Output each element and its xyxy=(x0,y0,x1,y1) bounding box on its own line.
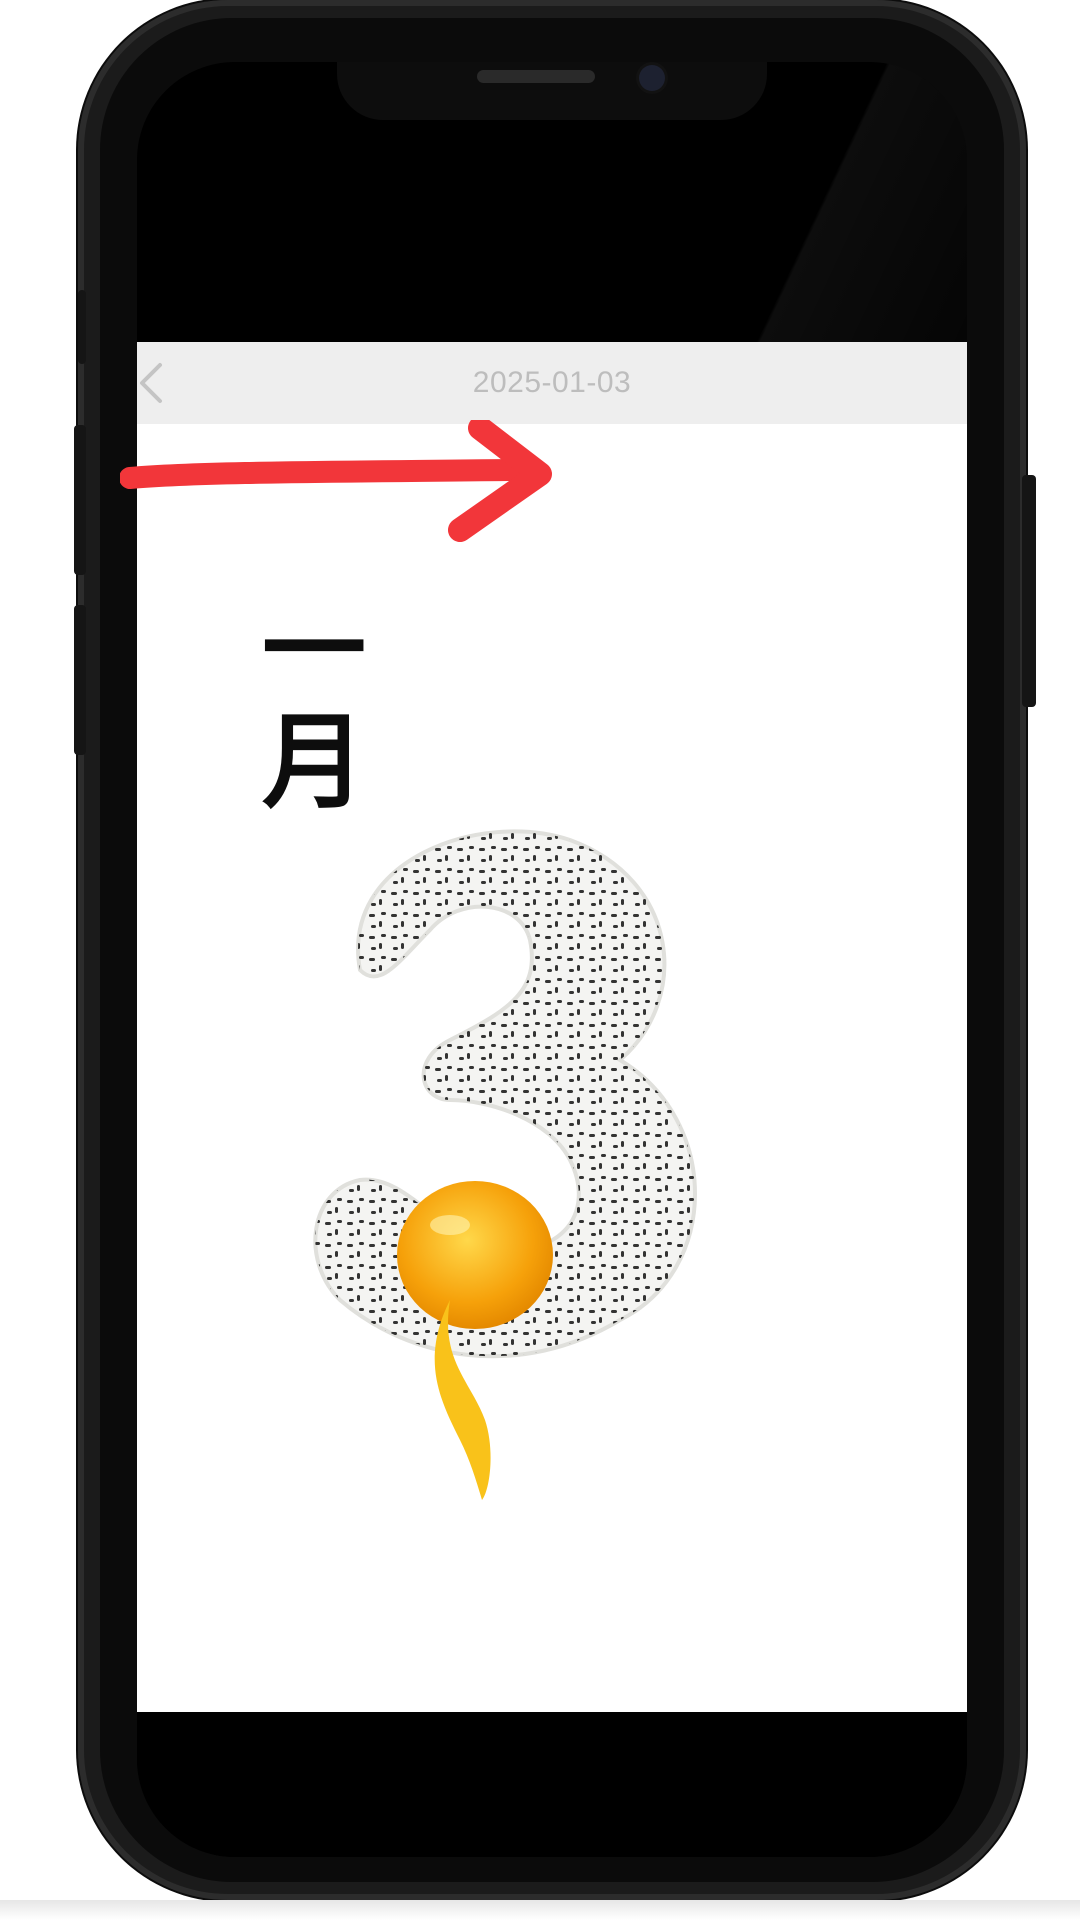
chevron-left-icon[interactable] xyxy=(137,360,171,406)
power-button xyxy=(1022,475,1036,707)
nav-bar: 2025-01-03 xyxy=(137,342,967,424)
bottom-shadow xyxy=(0,1900,1080,1920)
mute-switch xyxy=(78,290,86,364)
volume-down-button xyxy=(74,605,86,755)
camera-icon xyxy=(639,65,665,91)
bottom-letterbox xyxy=(137,1712,967,1857)
notch xyxy=(337,62,767,120)
month-label: 一月 xyxy=(261,589,366,823)
volume-up-button xyxy=(74,425,86,575)
number-3-fried-egg-illustration xyxy=(313,829,697,1500)
red-arrow-right-icon xyxy=(120,420,552,542)
page-title: 2025-01-03 xyxy=(472,366,632,399)
speaker-grille xyxy=(477,70,595,83)
screen-glare xyxy=(747,62,967,342)
